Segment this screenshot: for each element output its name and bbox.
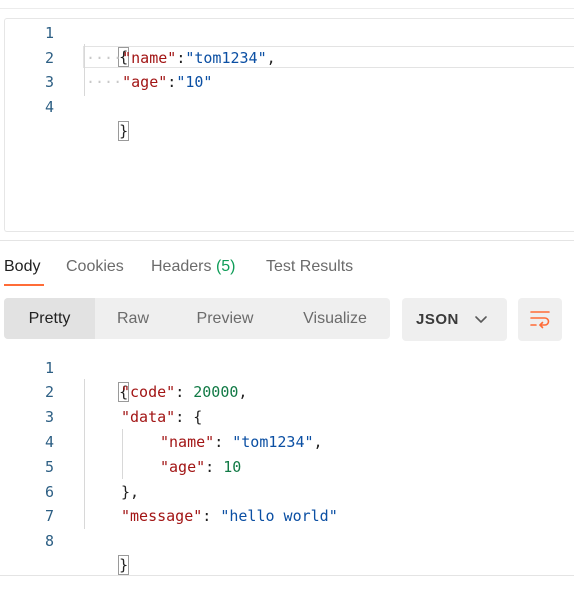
object-open: : { [175, 408, 203, 426]
top-divider [0, 8, 574, 9]
line-number: 1 [44, 24, 54, 42]
active-tab-indicator [4, 284, 44, 286]
bottom-divider [0, 575, 574, 576]
tab-headers[interactable]: Headers (5) [151, 256, 236, 278]
close-brace: } [118, 121, 130, 141]
json-number: 20000 [193, 383, 239, 401]
format-select[interactable]: JSON [402, 298, 507, 341]
json-string: "hello world" [220, 507, 338, 525]
comma: , [238, 383, 248, 401]
code-line: "code": 20000, [121, 380, 247, 404]
line-number: 6 [44, 483, 54, 501]
indent-guide [122, 429, 123, 479]
indent-guide [84, 44, 85, 96]
chevron-down-icon [475, 316, 487, 323]
comma: , [266, 49, 276, 67]
close-brace: } [118, 555, 130, 575]
tab-test-results[interactable]: Test Results [266, 256, 353, 278]
raw-button[interactable]: Raw [100, 298, 166, 339]
code-line: "name": "tom1234", [160, 430, 323, 454]
line-number: 2 [44, 383, 54, 401]
colon: : [202, 507, 221, 525]
code-line: { [83, 356, 130, 402]
code-line: } [83, 529, 130, 575]
whitespace-dots: ···· [86, 49, 123, 67]
code-line: ····"name":"tom1234", [86, 46, 276, 70]
headers-count-badge: (5) [215, 258, 236, 275]
code-line: "data": { [121, 405, 202, 429]
json-key: "name" [160, 433, 215, 451]
line-number: 4 [44, 433, 54, 451]
whitespace-dots: ···· [86, 73, 123, 91]
code-line: { [83, 21, 130, 67]
json-key: "name" [122, 49, 177, 67]
colon: : [205, 458, 224, 476]
code-line: }, [121, 480, 139, 504]
pretty-button[interactable]: Pretty [4, 298, 95, 339]
line-number: 4 [44, 98, 54, 116]
colon: : [214, 433, 233, 451]
object-close: }, [121, 483, 140, 501]
json-key: "age" [160, 458, 206, 476]
json-string: "tom1234" [185, 49, 267, 67]
indent-guide [84, 379, 85, 529]
comma: , [313, 433, 323, 451]
line-number: 2 [44, 49, 54, 67]
code-line: } [83, 95, 130, 141]
line-number: 3 [44, 408, 54, 426]
json-number: 10 [223, 458, 242, 476]
tab-cookies[interactable]: Cookies [66, 256, 124, 278]
code-line: "age": 10 [160, 455, 241, 479]
line-number: 1 [44, 359, 54, 377]
colon: : [167, 73, 177, 91]
section-divider [0, 240, 574, 241]
tab-headers-label: Headers [151, 258, 212, 275]
wrap-lines-icon [530, 311, 550, 329]
json-key: "code" [121, 383, 176, 401]
json-key: "age" [122, 73, 168, 91]
json-key: "message" [121, 507, 203, 525]
json-string: "10" [176, 73, 213, 91]
line-number: 7 [44, 507, 54, 525]
colon: : [175, 383, 194, 401]
code-line: ····"age":"10" [86, 70, 212, 94]
tab-body[interactable]: Body [4, 256, 40, 278]
visualize-button[interactable]: Visualize [292, 298, 378, 339]
json-key: "data" [121, 408, 176, 426]
format-select-value: JSON [416, 311, 459, 328]
line-number: 5 [44, 458, 54, 476]
wrap-lines-button[interactable] [518, 298, 562, 341]
json-string: "tom1234" [232, 433, 314, 451]
line-number: 3 [44, 73, 54, 91]
code-line: "message": "hello world" [121, 504, 338, 528]
preview-button[interactable]: Preview [185, 298, 265, 339]
colon: : [176, 49, 186, 67]
line-number: 8 [44, 532, 54, 550]
